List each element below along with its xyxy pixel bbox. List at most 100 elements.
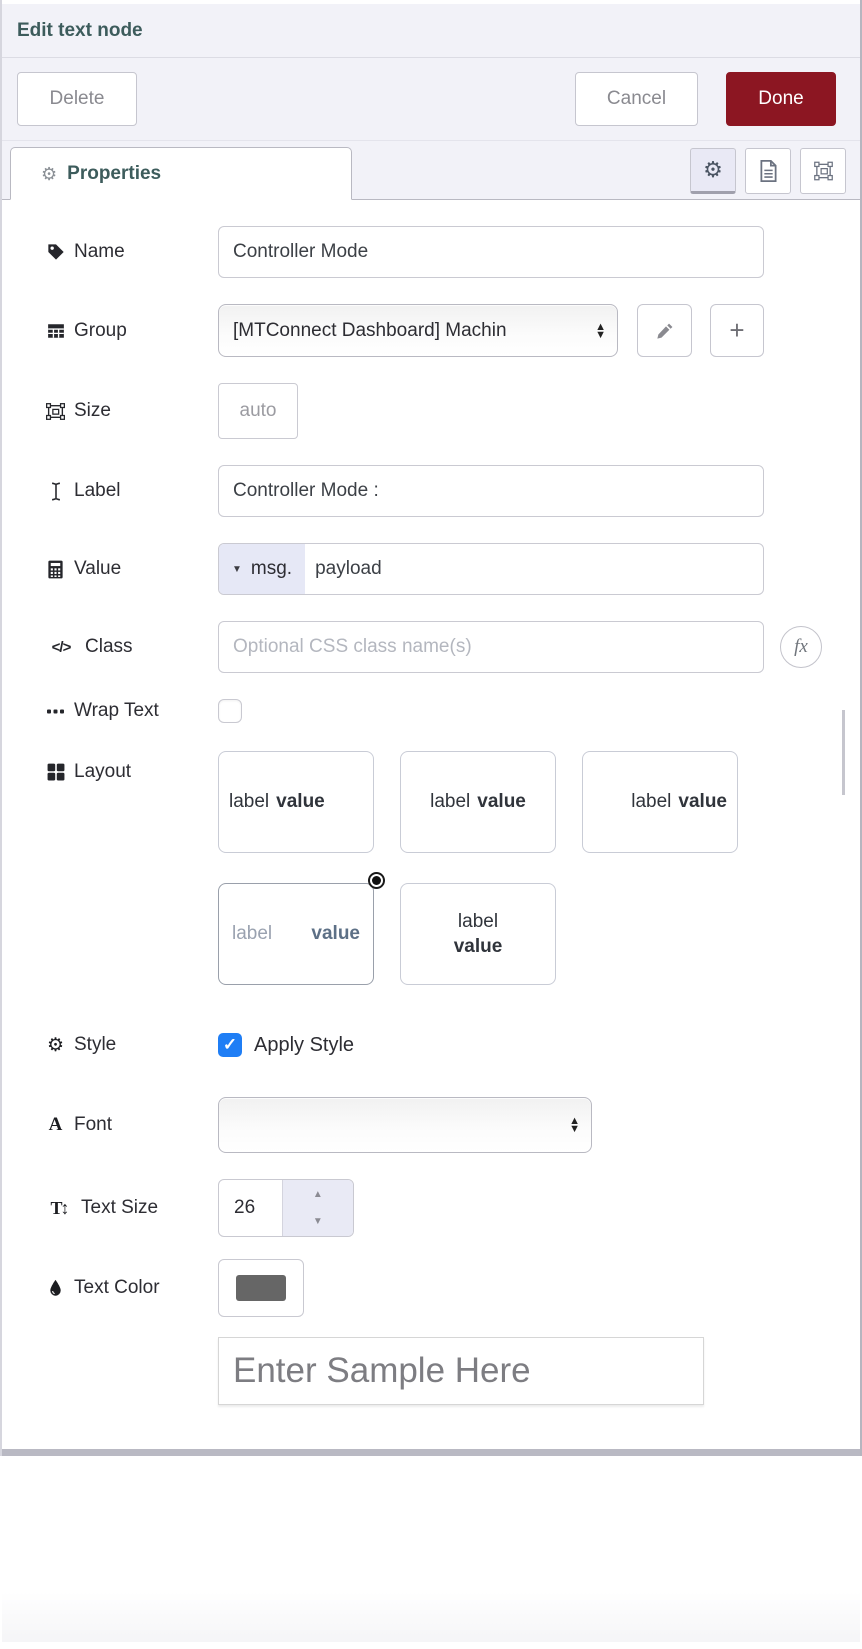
value-input[interactable]: payload [305,544,763,594]
gear-icon: ⚙ [46,1036,65,1055]
pencil-icon [655,322,674,340]
text-color-swatch [236,1275,286,1301]
name-label: Name [74,241,125,263]
edit-text-node-dialog: Edit text node Delete Cancel Done ⚙ Prop… [0,0,862,1456]
spinner-buttons[interactable]: ▲ ▼ [282,1180,353,1236]
tab-bar: ⚙ Properties ⚙ [2,141,860,200]
name-label-group: Name [46,241,218,263]
object-group-icon [46,403,65,420]
wrap-text-checkbox[interactable] [218,699,242,723]
layout-options: label value label value label value labe… [218,751,764,985]
size-label-group: Size [46,400,218,422]
text-height-icon: T↕ [46,1198,72,1219]
font-row: A Font ▲▼ [46,1097,860,1153]
layout-option-center[interactable]: label value [400,751,556,853]
text-size-row: T↕ Text Size 26 ▲ ▼ [46,1179,860,1237]
layout-option-right[interactable]: label value [582,751,738,853]
layout-label: Layout [74,761,131,783]
caret-down-icon: ▼ [232,564,242,575]
tab-appearance-icon-button[interactable] [800,148,846,194]
name-input[interactable]: Controller Mode [218,226,764,278]
properties-panel: Name Controller Mode Group [MTConnect Da… [2,200,860,1649]
layout-option-label-text: label [631,791,671,813]
i-cursor-icon [46,482,65,501]
layout-option-label-text: label [229,791,269,813]
tab-properties[interactable]: ⚙ Properties [10,147,352,200]
apply-style-label: Apply Style [254,1034,354,1057]
text-color-button[interactable] [218,1259,304,1317]
class-input[interactable]: Optional CSS class name(s) [218,621,764,673]
scrollbar-thumb[interactable] [842,710,845,795]
sample-row: Enter Sample Here [218,1337,860,1405]
select-updown-icon: ▲▼ [569,1117,580,1133]
wrap-text-row: Wrap Text [46,699,860,723]
label-input[interactable]: Controller Mode : [218,465,764,517]
layout-option-value-text: value [276,791,325,813]
value-row: Value ▼ msg. payload [46,543,860,595]
fx-button[interactable]: fx [780,626,822,668]
font-label-group: A Font [46,1114,218,1136]
tint-icon [46,1279,65,1297]
add-group-button[interactable]: + [710,304,764,357]
font-select[interactable]: ▲▼ [218,1097,592,1153]
style-row: ⚙ Style ✓ Apply Style [46,1033,860,1057]
gear-icon: ⚙ [41,165,57,183]
text-color-label-group: Text Color [46,1277,218,1299]
size-auto-button[interactable]: auto [218,383,298,439]
edit-group-button[interactable] [637,304,692,357]
text-color-label: Text Color [74,1277,160,1299]
cancel-button[interactable]: Cancel [575,72,698,126]
layout-option-value-text: value [678,791,727,813]
tab-description-icon-button[interactable] [745,148,791,194]
th-large-icon [46,763,65,781]
group-select[interactable]: [MTConnect Dashboard] Machin ▲▼ [218,304,618,357]
layout-option-value-text: value [477,791,526,813]
class-row: </> Class Optional CSS class name(s) fx [46,621,860,673]
check-icon: ✓ [223,1035,237,1055]
label-row: Label Controller Mode : [46,465,860,517]
tag-icon [46,243,65,261]
delete-button[interactable]: Delete [17,72,137,126]
dialog-bottom-edge [2,1449,860,1456]
layout-option-label-text: label [458,911,498,933]
label-label-group: Label [46,480,218,502]
select-updown-icon: ▲▼ [595,323,606,339]
class-label: Class [85,636,133,658]
done-button[interactable]: Done [726,72,836,126]
tab-properties-icon-button[interactable]: ⚙ [690,148,736,194]
value-label-group: Value [46,558,218,580]
gear-icon: ⚙ [703,159,723,181]
name-row: Name Controller Mode [46,226,860,278]
dialog-title: Edit text node [17,20,143,42]
layout-option-left[interactable]: label value [218,751,374,853]
font-icon: A [46,1114,65,1136]
text-size-label-group: T↕ Text Size [46,1197,218,1219]
sample-input[interactable]: Enter Sample Here [218,1337,704,1405]
text-size-input[interactable]: 26 [219,1180,282,1236]
typed-input-type-select[interactable]: ▼ msg. [219,544,305,594]
size-row: Size auto [46,383,860,439]
apply-style-checkbox[interactable]: ✓ [218,1033,242,1057]
group-select-value: [MTConnect Dashboard] Machin [233,320,507,342]
wrap-text-label: Wrap Text [74,700,159,722]
plus-icon: + [729,315,744,346]
object-group-icon [814,158,833,184]
spinner-down-icon[interactable]: ▼ [313,1216,323,1227]
dialog-toolbar: Delete Cancel Done [2,58,860,141]
dialog-header: Edit text node [2,4,860,58]
typed-input-type-label: msg. [251,558,292,580]
calculator-icon [46,560,65,579]
layout-option-label-text: label [232,923,272,945]
code-icon: </> [46,639,76,656]
layout-option-label-text: label [430,791,470,813]
layout-option-stacked[interactable]: label value [400,883,556,985]
value-typed-input[interactable]: ▼ msg. payload [218,543,764,595]
label-label: Label [74,480,121,502]
wrap-text-label-group: Wrap Text [46,700,218,722]
layout-option-value-text: value [454,936,503,958]
spinner-up-icon[interactable]: ▲ [313,1189,323,1200]
text-size-spinner[interactable]: 26 ▲ ▼ [218,1179,354,1237]
layout-option-spread-selected[interactable]: label value [218,883,374,985]
size-label: Size [74,400,111,422]
selected-radio-icon [368,872,385,889]
